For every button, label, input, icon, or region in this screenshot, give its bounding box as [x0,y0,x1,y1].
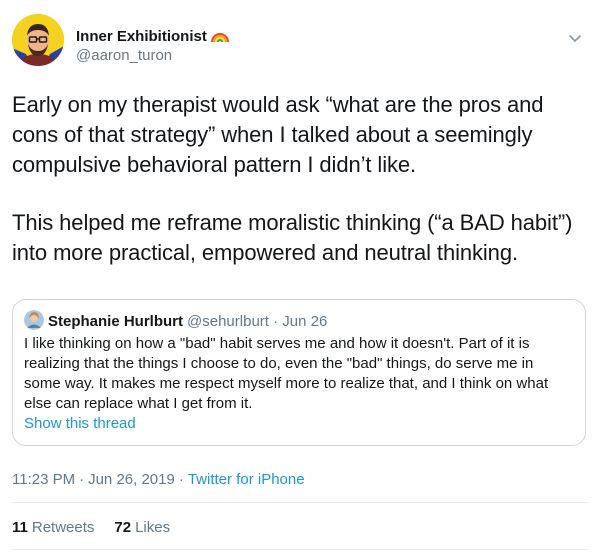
show-thread-link[interactable]: Show this thread [24,414,136,434]
likes-label: Likes [135,519,171,536]
quoted-tweet-card[interactable]: Stephanie Hurlburt @sehurlburt · Jun 26 I… [12,299,586,446]
meta-separator: · [79,471,85,488]
tweet-meta: 11:23 PM · Jun 26, 2019 · Twitter for iPhone [12,470,305,490]
chevron-down-icon[interactable] [568,34,582,44]
quoted-meta: @sehurlburt · Jun 26 [187,313,327,330]
likes-count: 72 [114,519,132,536]
divider [12,549,588,550]
tweet-paragraph: This helped me reframe moralistic thinki… [12,210,573,265]
meta-separator: · [178,471,184,488]
quoted-date: Jun 26 [282,313,328,330]
tweet: Inner Exhibitionist @aaron_turon Early o… [0,0,600,553]
quoted-display-name: Stephanie Hurlburt [48,313,184,330]
quoted-avatar-icon [24,310,44,330]
avatar[interactable] [12,14,64,66]
retweets-stat[interactable]: 11 Retweets [12,519,94,536]
quoted-handle: @sehurlburt [187,313,269,330]
avatar-illustration-icon [12,14,64,66]
author-names: Inner Exhibitionist @aaron_turon [76,28,230,65]
divider [12,502,588,503]
author-handle[interactable]: @aaron_turon [76,46,230,65]
tweet-source-link[interactable]: Twitter for iPhone [188,471,305,488]
quoted-tweet-text: I like thinking on how a "bad" habit ser… [24,335,549,412]
retweets-count: 11 [12,519,28,536]
author-display-name[interactable]: Inner Exhibitionist [76,28,230,46]
likes-stat[interactable]: 72 Likes [114,519,170,536]
quoted-separator: · [273,313,279,330]
author-display-name-text[interactable]: Inner Exhibitionist [76,28,207,45]
tweet-stats: 11 Retweets 72 Likes [12,518,170,538]
tweet-date[interactable]: Jun 26, 2019 [88,471,175,488]
tweet-time[interactable]: 11:23 PM [12,471,75,488]
tweet-text: Early on my therapist would ask “what ar… [12,90,586,268]
tweet-header: Inner Exhibitionist @aaron_turon [12,14,588,74]
rainbow-icon [210,33,229,43]
quoted-tweet-header: Stephanie Hurlburt @sehurlburt · Jun 26 [24,310,327,332]
tweet-paragraph: Early on my therapist would ask “what ar… [12,92,544,177]
quoted-avatar [24,310,44,330]
retweets-label: Retweets [31,519,95,536]
